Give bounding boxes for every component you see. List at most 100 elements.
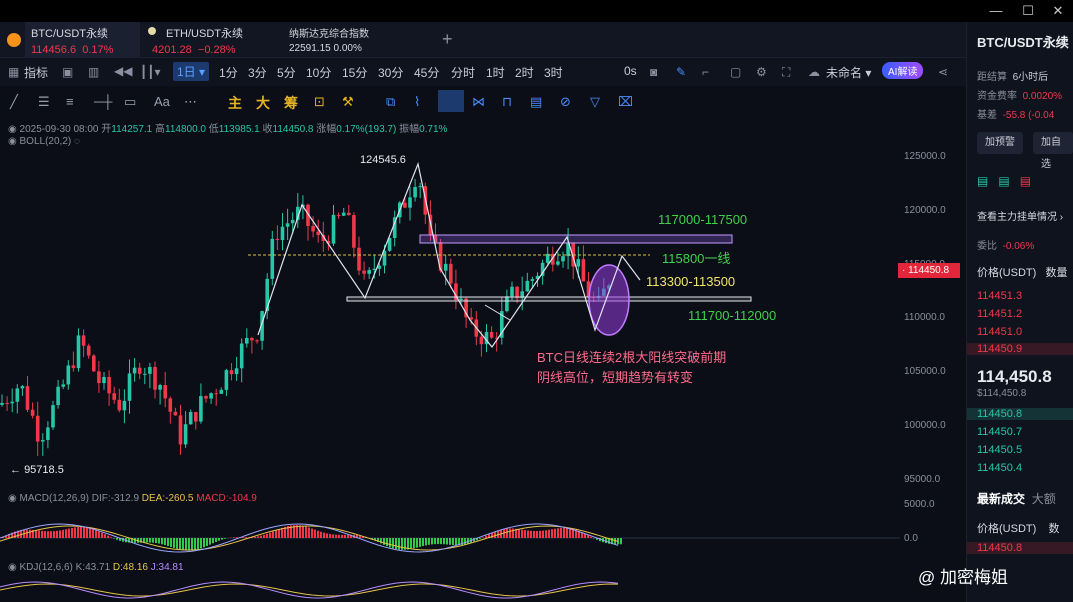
main-indicator-button[interactable]: 主	[228, 93, 242, 113]
bid-row[interactable]: 114450.8	[967, 408, 1073, 420]
basis-label: 基差	[977, 110, 997, 121]
boll-eye-icon[interactable]: ◌	[74, 136, 80, 147]
copy-icon[interactable]: ⧉	[386, 94, 395, 110]
interval-5m[interactable]: 5分	[277, 64, 296, 81]
add-alert-button[interactable]: 加预警	[977, 132, 1023, 154]
note-icon[interactable]: ▤	[530, 94, 542, 110]
trash-icon[interactable]: ⌧	[618, 94, 633, 110]
parallel-channel-icon[interactable]: ≡	[66, 94, 74, 109]
horizontal-lines-icon[interactable]: ☰	[38, 94, 50, 110]
tab-nasdaq[interactable]: 纳斯达克综合指数 22591.15 0.00%	[283, 22, 413, 58]
magnet-icon[interactable]: ⊘	[560, 94, 571, 110]
macd-bar	[314, 529, 316, 538]
layout-icon[interactable]: ▥	[88, 65, 99, 79]
fullscreen-icon[interactable]: ⛶	[782, 65, 790, 80]
tab-btc-price: 114456.6	[31, 44, 77, 56]
macd-bar	[209, 538, 211, 545]
layout-name[interactable]: 未命名 ▾	[826, 64, 871, 81]
big-order-button[interactable]: 大	[256, 93, 270, 113]
ask-row[interactable]: 114451.0	[977, 326, 1022, 338]
candle-type-icon[interactable]: ┃┃▾	[140, 65, 160, 79]
share-icon[interactable]: ⋖	[938, 65, 948, 79]
filter-icon[interactable]: ▽	[590, 94, 600, 110]
add-tab-button[interactable]: +	[436, 26, 459, 62]
boll-label[interactable]: ◉ BOLL(20,2) ◌	[8, 136, 80, 147]
tab-large-trades[interactable]: 大额	[1032, 492, 1056, 506]
camera-icon[interactable]: ◙	[650, 65, 657, 79]
horizontal-ray-icon[interactable]: ─┼	[94, 94, 112, 109]
window-icon[interactable]: ▢	[730, 65, 741, 79]
candle-body	[525, 280, 530, 292]
ruler-icon[interactable]: ⌇	[414, 94, 420, 110]
bid-row[interactable]: 114450.7	[977, 426, 1022, 438]
minimize-icon[interactable]: —	[981, 2, 1011, 20]
rewind-icon[interactable]: ◀◀	[114, 64, 132, 78]
tab-latest-trades[interactable]: 最新成交	[977, 492, 1025, 506]
indicator-grid-icon[interactable]: ▦	[8, 65, 19, 79]
interval-2h[interactable]: 2时	[515, 64, 534, 81]
interval-3h[interactable]: 3时	[544, 64, 563, 81]
close-icon[interactable]: ✕	[1043, 2, 1073, 20]
bid-row[interactable]: 114450.4	[977, 462, 1022, 474]
compare-icon[interactable]: ⊡	[314, 94, 325, 110]
calendar-icon[interactable]: ▣	[62, 65, 73, 79]
interval-30m[interactable]: 30分	[378, 64, 403, 81]
interval-45m[interactable]: 45分	[414, 64, 439, 81]
orderbook-view-icons[interactable]: ▤ ▤ ▤	[977, 174, 1031, 188]
cloud-icon[interactable]: ☁	[808, 65, 820, 79]
zigzag-icon[interactable]: ⋈	[472, 94, 485, 110]
more-tools-icon[interactable]: ⋯	[184, 94, 197, 110]
trendline-icon[interactable]: ╱	[10, 94, 18, 110]
settings-gear-icon[interactable]: ⚙	[756, 65, 767, 79]
macd-bar	[44, 531, 46, 538]
bid-row[interactable]: 114450.5	[977, 444, 1022, 456]
macd-eye-icon[interactable]: ◉	[8, 493, 17, 504]
interval-selected[interactable]: 1日 ▾	[173, 62, 210, 81]
crop-icon[interactable]: ⌐	[702, 65, 709, 79]
replay-seconds[interactable]: 0s	[624, 64, 637, 78]
macd-bar	[536, 531, 538, 538]
candle-body	[107, 376, 111, 394]
kdj-eye-icon[interactable]: ◉	[8, 562, 17, 573]
rectangle-icon[interactable]: ▭	[124, 94, 136, 110]
interval-10m[interactable]: 10分	[306, 64, 331, 81]
ohlc-high: 114800.0	[165, 124, 206, 135]
indicators-button[interactable]: 指标	[24, 64, 48, 81]
candle-body	[204, 396, 208, 399]
lock-icon[interactable]: ⊓	[502, 94, 512, 110]
macd-bar	[233, 537, 235, 538]
boll-toggle-icon[interactable]: ◉	[8, 136, 17, 147]
candle-body	[576, 259, 581, 267]
macd-bar	[257, 536, 259, 538]
tab-nasdaq-price: 22591.15	[289, 43, 331, 54]
boll-text: BOLL(20,2)	[19, 136, 72, 147]
text-tool-icon[interactable]: Aa	[154, 94, 170, 109]
eye-toggle-icon[interactable]: ◉	[8, 124, 17, 135]
settle-label: 距结算	[977, 72, 1007, 83]
magic-tool-icon[interactable]: ⚒	[342, 94, 354, 110]
chip-distribution-button[interactable]: 筹	[284, 93, 298, 113]
candle-body	[347, 212, 351, 216]
pattern-icon-active[interactable]	[438, 90, 464, 112]
tab-eth[interactable]: ETH/USDT永续 4201.28 −0.28%	[152, 22, 280, 58]
ai-interpret-button[interactable]: AI解读	[882, 62, 924, 79]
pencil-icon[interactable]: ✎	[676, 65, 686, 79]
interval-1m[interactable]: 1分	[219, 64, 238, 81]
interval-3m[interactable]: 3分	[248, 64, 267, 81]
ask-row[interactable]: 114451.2	[977, 308, 1022, 320]
ask-row[interactable]: 114451.3	[977, 290, 1022, 302]
candle-body	[331, 214, 336, 244]
macd-bar	[383, 538, 385, 545]
check-main-orders[interactable]: 查看主力挂单情况 ›	[977, 208, 1063, 223]
interval-1h[interactable]: 1时	[486, 64, 505, 81]
macd-bar	[563, 527, 565, 538]
candlestick-chart[interactable]	[0, 150, 966, 602]
macd-bar	[416, 538, 418, 548]
interval-15m[interactable]: 15分	[342, 64, 367, 81]
add-watchlist-button[interactable]: 加自选	[1033, 132, 1073, 170]
ask-row[interactable]: 114450.9	[967, 343, 1073, 355]
maximize-icon[interactable]: ☐	[1013, 2, 1043, 20]
interval-timeshare[interactable]: 分时	[451, 64, 475, 81]
candle-body	[102, 376, 106, 384]
tab-btc[interactable]: BTC/USDT永续 114456.6 0.17%	[25, 22, 140, 58]
